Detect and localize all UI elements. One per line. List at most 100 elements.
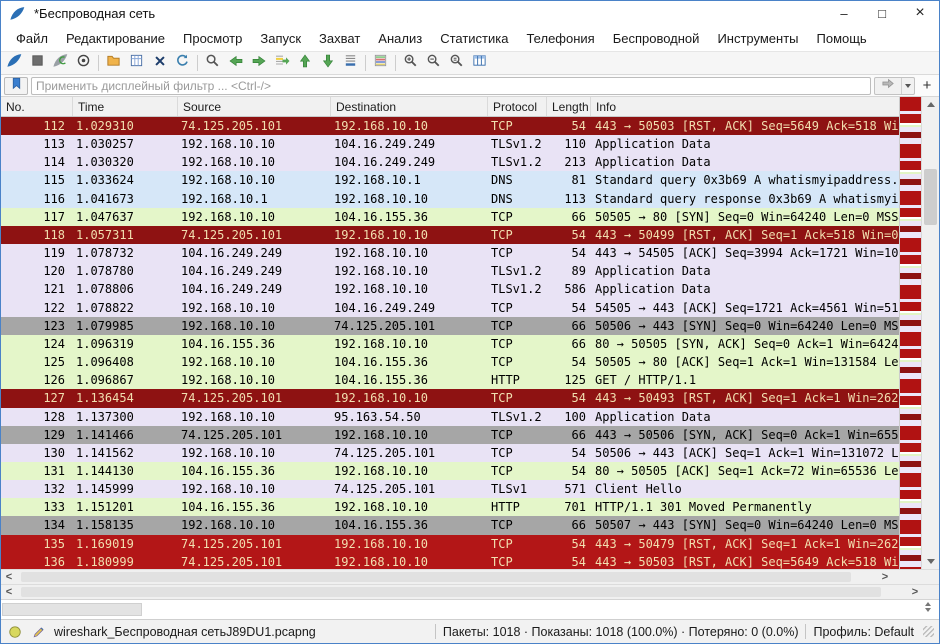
table-row[interactable]: 1171.047637192.168.10.10104.16.155.36TCP… <box>1 208 899 226</box>
table-row[interactable]: 1351.16901974.125.205.101192.168.10.10TC… <box>1 535 899 553</box>
pane-expand-control[interactable] <box>925 602 931 612</box>
column-header-length[interactable]: Length <box>547 97 591 116</box>
table-row[interactable]: 1161.041673192.168.10.1192.168.10.10DNS1… <box>1 190 899 208</box>
column-header-source[interactable]: Source <box>178 97 331 116</box>
scroll-down-button[interactable] <box>922 554 939 569</box>
apply-filter-button[interactable] <box>875 78 901 94</box>
status-separator <box>435 624 436 639</box>
go-first-button[interactable] <box>293 52 316 74</box>
window-title: *Беспроводная сеть <box>34 6 155 21</box>
cell-len: 66 <box>547 426 591 444</box>
close-file-button[interactable] <box>148 52 171 74</box>
save-file-button[interactable] <box>125 52 148 74</box>
table-row[interactable]: 1321.145999192.168.10.1074.125.205.101TL… <box>1 480 899 498</box>
minimize-button[interactable]: – <box>825 1 863 25</box>
menu-item-1[interactable]: Редактирование <box>57 31 174 46</box>
capture-options-button[interactable] <box>72 52 95 74</box>
auto-scroll-button[interactable] <box>339 52 362 74</box>
stop-capture-button[interactable] <box>26 52 49 74</box>
column-header-info[interactable]: Info <box>591 97 899 116</box>
column-header-destination[interactable]: Destination <box>331 97 488 116</box>
table-row[interactable]: 1231.079985192.168.10.1074.125.205.101TC… <box>1 317 899 335</box>
column-header-time[interactable]: Time <box>73 97 178 116</box>
colorize-packets-button[interactable] <box>369 52 392 74</box>
table-row[interactable]: 1201.078780104.16.249.249192.168.10.10TL… <box>1 262 899 280</box>
go-to-packet-button[interactable] <box>270 52 293 74</box>
zoom-in-button[interactable] <box>399 52 422 74</box>
reload-file-button[interactable] <box>171 52 194 74</box>
start-capture-button[interactable] <box>3 52 26 74</box>
horizontal-scrollbar-list[interactable]: < > <box>1 569 893 584</box>
pane-handle[interactable] <box>2 603 142 616</box>
zoom-out-button[interactable] <box>422 52 445 74</box>
scroll-up-button[interactable] <box>922 97 939 112</box>
chevron-up-icon <box>925 602 931 606</box>
open-file-button[interactable] <box>102 52 125 74</box>
table-row[interactable]: 1191.078732104.16.249.249192.168.10.10TC… <box>1 244 899 262</box>
table-row[interactable]: 1361.18099974.125.205.101192.168.10.10TC… <box>1 553 899 569</box>
find-packet-button[interactable] <box>201 52 224 74</box>
table-row[interactable]: 1291.14146674.125.205.101192.168.10.10TC… <box>1 426 899 444</box>
table-row[interactable]: 1281.137300192.168.10.1095.163.54.50TLSv… <box>1 408 899 426</box>
restart-capture-button[interactable] <box>49 52 72 74</box>
resize-columns-button[interactable] <box>468 52 491 74</box>
cell-dst: 104.16.155.36 <box>331 516 488 534</box>
filter-bookmark-button[interactable] <box>4 77 28 95</box>
table-row[interactable]: 1271.13645474.125.205.101192.168.10.10TC… <box>1 389 899 407</box>
table-row[interactable]: 1341.158135192.168.10.10104.16.155.36TCP… <box>1 516 899 534</box>
maximize-button[interactable]: □ <box>863 1 901 25</box>
table-row[interactable]: 1121.02931074.125.205.101192.168.10.10TC… <box>1 117 899 135</box>
cell-len: 54 <box>547 444 591 462</box>
table-row[interactable]: 1221.078822192.168.10.10104.16.249.249TC… <box>1 299 899 317</box>
resize-grip[interactable] <box>923 626 934 637</box>
horizontal-scrollbar-thumb[interactable] <box>21 587 881 597</box>
table-row[interactable]: 1151.033624192.168.10.10192.168.10.1DNS8… <box>1 171 899 189</box>
vertical-scrollbar[interactable] <box>921 97 939 569</box>
table-row[interactable]: 1141.030320192.168.10.10104.16.249.249TL… <box>1 153 899 171</box>
filter-history-dropdown[interactable] <box>901 78 914 94</box>
vertical-scrollbar-thumb[interactable] <box>924 169 937 225</box>
menu-item-7[interactable]: Телефония <box>517 31 603 46</box>
zoom-reset-button[interactable] <box>445 52 468 74</box>
display-filter-input[interactable] <box>31 77 871 95</box>
capture-comment-button[interactable] <box>30 623 47 640</box>
menu-item-5[interactable]: Анализ <box>369 31 431 46</box>
cell-src: 192.168.10.1 <box>178 190 331 208</box>
table-row[interactable]: 1211.078806104.16.249.249192.168.10.10TL… <box>1 280 899 298</box>
profile-label[interactable]: Профиль: Default <box>813 625 914 639</box>
table-row[interactable]: 1241.096319104.16.155.36192.168.10.10TCP… <box>1 335 899 353</box>
menu-item-2[interactable]: Просмотр <box>174 31 251 46</box>
table-row[interactable]: 1331.151201104.16.155.36192.168.10.10HTT… <box>1 498 899 516</box>
table-row[interactable]: 1251.096408192.168.10.10104.16.155.36TCP… <box>1 353 899 371</box>
table-row[interactable]: 1181.05731174.125.205.101192.168.10.10TC… <box>1 226 899 244</box>
go-next-icon <box>251 53 267 74</box>
go-previous-button[interactable] <box>224 52 247 74</box>
menu-item-3[interactable]: Запуск <box>251 31 310 46</box>
menu-item-9[interactable]: Инструменты <box>708 31 807 46</box>
menu-item-6[interactable]: Статистика <box>431 31 517 46</box>
cell-no: 133 <box>1 498 73 516</box>
table-row[interactable]: 1301.141562192.168.10.1074.125.205.101TC… <box>1 444 899 462</box>
scroll-left-icon[interactable]: < <box>1 570 17 584</box>
menu-item-10[interactable]: Помощь <box>808 31 876 46</box>
expert-info-button[interactable] <box>6 623 23 640</box>
column-header-no[interactable]: No. <box>1 97 73 116</box>
go-next-button[interactable] <box>247 52 270 74</box>
scroll-left-icon[interactable]: < <box>1 585 17 599</box>
column-header-protocol[interactable]: Protocol <box>488 97 547 116</box>
go-last-button[interactable] <box>316 52 339 74</box>
packet-minimap[interactable] <box>899 97 921 569</box>
menu-item-4[interactable]: Захват <box>310 31 369 46</box>
table-row[interactable]: 1261.096867192.168.10.10104.16.155.36HTT… <box>1 371 899 389</box>
scroll-right-icon[interactable]: > <box>907 585 923 599</box>
scroll-right-icon[interactable]: > <box>877 570 893 584</box>
cell-no: 131 <box>1 462 73 480</box>
horizontal-scrollbar-secondary[interactable]: < > <box>1 584 923 599</box>
close-button[interactable]: × <box>901 1 939 25</box>
horizontal-scrollbar-thumb[interactable] <box>21 572 851 582</box>
add-filter-button[interactable]: + <box>918 77 936 95</box>
table-row[interactable]: 1311.144130104.16.155.36192.168.10.10TCP… <box>1 462 899 480</box>
menu-item-8[interactable]: Беспроводной <box>604 31 709 46</box>
table-row[interactable]: 1131.030257192.168.10.10104.16.249.249TL… <box>1 135 899 153</box>
menu-item-0[interactable]: Файл <box>7 31 57 46</box>
